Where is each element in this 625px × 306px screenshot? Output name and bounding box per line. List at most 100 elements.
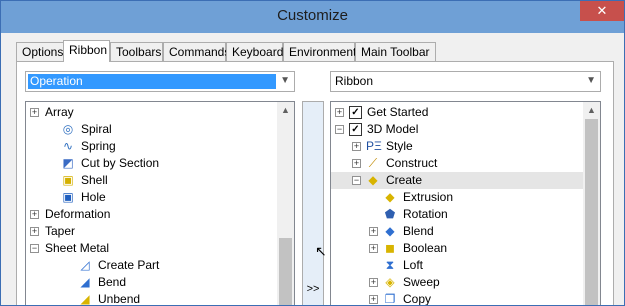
collapse-icon[interactable]: − [30, 244, 39, 253]
window-title: Customize [277, 7, 348, 24]
tree-item-label: Cut by Section [81, 156, 160, 170]
expand-icon[interactable]: + [352, 142, 361, 151]
close-button[interactable]: ✕ [580, 1, 624, 21]
tree-item[interactable]: ◆ Extrusion [331, 189, 583, 206]
expand-icon[interactable]: + [369, 295, 378, 304]
tab-options[interactable]: Options [16, 42, 64, 61]
tree-item-label: Create Part [98, 258, 160, 272]
tree-item[interactable]: − Sheet Metal [26, 240, 277, 257]
scroll-up-arrow-icon[interactable]: ▲ [277, 102, 294, 119]
tree-item[interactable]: ◢ Bend [26, 274, 277, 291]
category-combo-value: Operation [28, 74, 276, 89]
tree-item[interactable]: + ✓ Get Started [331, 104, 583, 121]
tree-item-label: Extrusion [403, 190, 454, 204]
chevron-down-icon: ▼ [280, 75, 290, 86]
tree-item[interactable]: − ✓ 3D Model [331, 121, 583, 138]
copy-icon: ❐ [384, 292, 396, 306]
tree-item[interactable]: + ◈ Sweep [331, 274, 583, 291]
extrusion-icon: ◆ [385, 190, 395, 204]
tree-item-label: Create [386, 173, 423, 187]
tree-item-label: Deformation [45, 207, 111, 221]
scroll-up-arrow-icon[interactable]: ▲ [583, 102, 600, 119]
expand-icon[interactable]: + [369, 244, 378, 253]
style-icon: PΞ [366, 139, 382, 153]
tree-item-label: Bend [98, 275, 127, 289]
right-scrollbar[interactable]: ▲ [583, 102, 600, 305]
tab-ribbon[interactable]: Ribbon [63, 40, 110, 62]
tab-commands[interactable]: Commands [163, 42, 230, 61]
tree-item[interactable]: ◎ Spiral [26, 121, 277, 138]
tree-item-label: Boolean [403, 241, 448, 255]
checkbox[interactable]: ✓ [349, 123, 362, 136]
expand-icon[interactable]: + [30, 227, 39, 236]
move-right-label: >> [306, 283, 320, 295]
tree-item-label: Copy [403, 292, 432, 306]
tree-item[interactable]: + ❐ Copy [331, 291, 583, 306]
expand-icon[interactable]: + [352, 159, 361, 168]
tree-item-label: Blend [403, 224, 434, 238]
expand-icon[interactable]: + [30, 210, 39, 219]
move-right-button[interactable]: >> [302, 101, 324, 305]
tree-item-label: Get Started [367, 105, 429, 119]
collapse-icon[interactable]: − [352, 176, 361, 185]
left-scroll-thumb[interactable] [279, 238, 292, 305]
construct-icon: ⟋ [368, 156, 378, 170]
customize-dialog: Customize ✕ Options Ribbon Toolbars Comm… [0, 0, 625, 306]
tab-environment[interactable]: Environment [283, 42, 356, 61]
tree-item-label: Spring [81, 139, 116, 153]
tab-main-toolbar[interactable]: Main Toolbar [355, 42, 436, 61]
right-scroll-thumb[interactable] [585, 119, 598, 305]
tree-item-label: Style [386, 139, 413, 153]
tree-item[interactable]: ⬟ Rotation [331, 206, 583, 223]
category-combo[interactable]: Operation ▼ [25, 71, 295, 92]
boolean-icon: ◼ [385, 241, 395, 255]
tree-item-label: Unbend [98, 292, 141, 306]
commands-tree[interactable]: ◢ Unbend ◢ Bend ◿ Create Part − Sheet Metal + Tap… [25, 101, 295, 306]
tree-item[interactable]: + Array [26, 104, 277, 121]
title-bar[interactable]: Customize ✕ [1, 1, 624, 33]
tree-item[interactable]: + ◼ Boolean [331, 240, 583, 257]
tree-item[interactable]: ◩ Cut by Section [26, 155, 277, 172]
expand-icon[interactable]: + [369, 278, 378, 287]
tree-item-label: Sweep [403, 275, 440, 289]
tree-item-label: Construct [386, 156, 438, 170]
tree-item-label: Sheet Metal [45, 241, 110, 255]
tree-item[interactable]: − ◆ Create [331, 172, 583, 189]
tree-item[interactable]: ⧗ Loft [331, 257, 583, 274]
blend-icon: ◆ [385, 224, 395, 238]
rotation-icon: ⬟ [384, 207, 396, 221]
mouse-cursor-icon: ↖ [315, 243, 327, 259]
tree-item[interactable]: ▣ Hole [26, 189, 277, 206]
tree-item[interactable]: + Taper [26, 223, 277, 240]
hole-icon: ▣ [62, 190, 74, 204]
tree-item-label: Spiral [81, 122, 112, 136]
tree-item[interactable]: ◢ Unbend [26, 291, 277, 306]
expand-icon[interactable]: + [30, 108, 39, 117]
tree-item-label: Taper [45, 224, 76, 238]
tree-item[interactable]: + ⟋ Construct [331, 155, 583, 172]
tree-item[interactable]: + PΞ Style [331, 138, 583, 155]
dialog-client: Options Ribbon Toolbars Commands Keyboar… [8, 33, 617, 305]
tab-toolbars[interactable]: Toolbars [110, 42, 163, 61]
checkbox[interactable]: ✓ [349, 106, 362, 119]
tree-item[interactable]: ▣ Shell [26, 172, 277, 189]
tree-item[interactable]: ◿ Create Part [26, 257, 277, 274]
ribbon-combo-value: Ribbon [335, 74, 374, 88]
tree-item[interactable]: + Deformation [26, 206, 277, 223]
tree-item[interactable]: + ◆ Blend [331, 223, 583, 240]
tree-item-label: Rotation [403, 207, 448, 221]
tab-keyboard[interactable]: Keyboard [226, 42, 283, 61]
ribbon-combo[interactable]: Ribbon ▼ [330, 71, 601, 92]
left-scrollbar[interactable]: ▲ [277, 102, 294, 305]
spring-icon: ∿ [62, 139, 74, 153]
expand-icon[interactable]: + [335, 108, 344, 117]
create-icon: ◆ [368, 173, 378, 187]
ribbon-tree[interactable]: + ❐ Copy + ◈ Sweep ⧗ Loft + ◼ Boolean + ◆ Blend ⬟ Rotat… [330, 101, 601, 306]
spiral-icon: ◎ [62, 122, 74, 136]
collapse-icon[interactable]: − [335, 125, 344, 134]
expand-icon[interactable]: + [369, 227, 378, 236]
tree-item-label: Hole [81, 190, 106, 204]
create-part-icon: ◿ [80, 258, 90, 272]
shell-icon: ▣ [62, 173, 74, 187]
tree-item[interactable]: ∿ Spring [26, 138, 277, 155]
